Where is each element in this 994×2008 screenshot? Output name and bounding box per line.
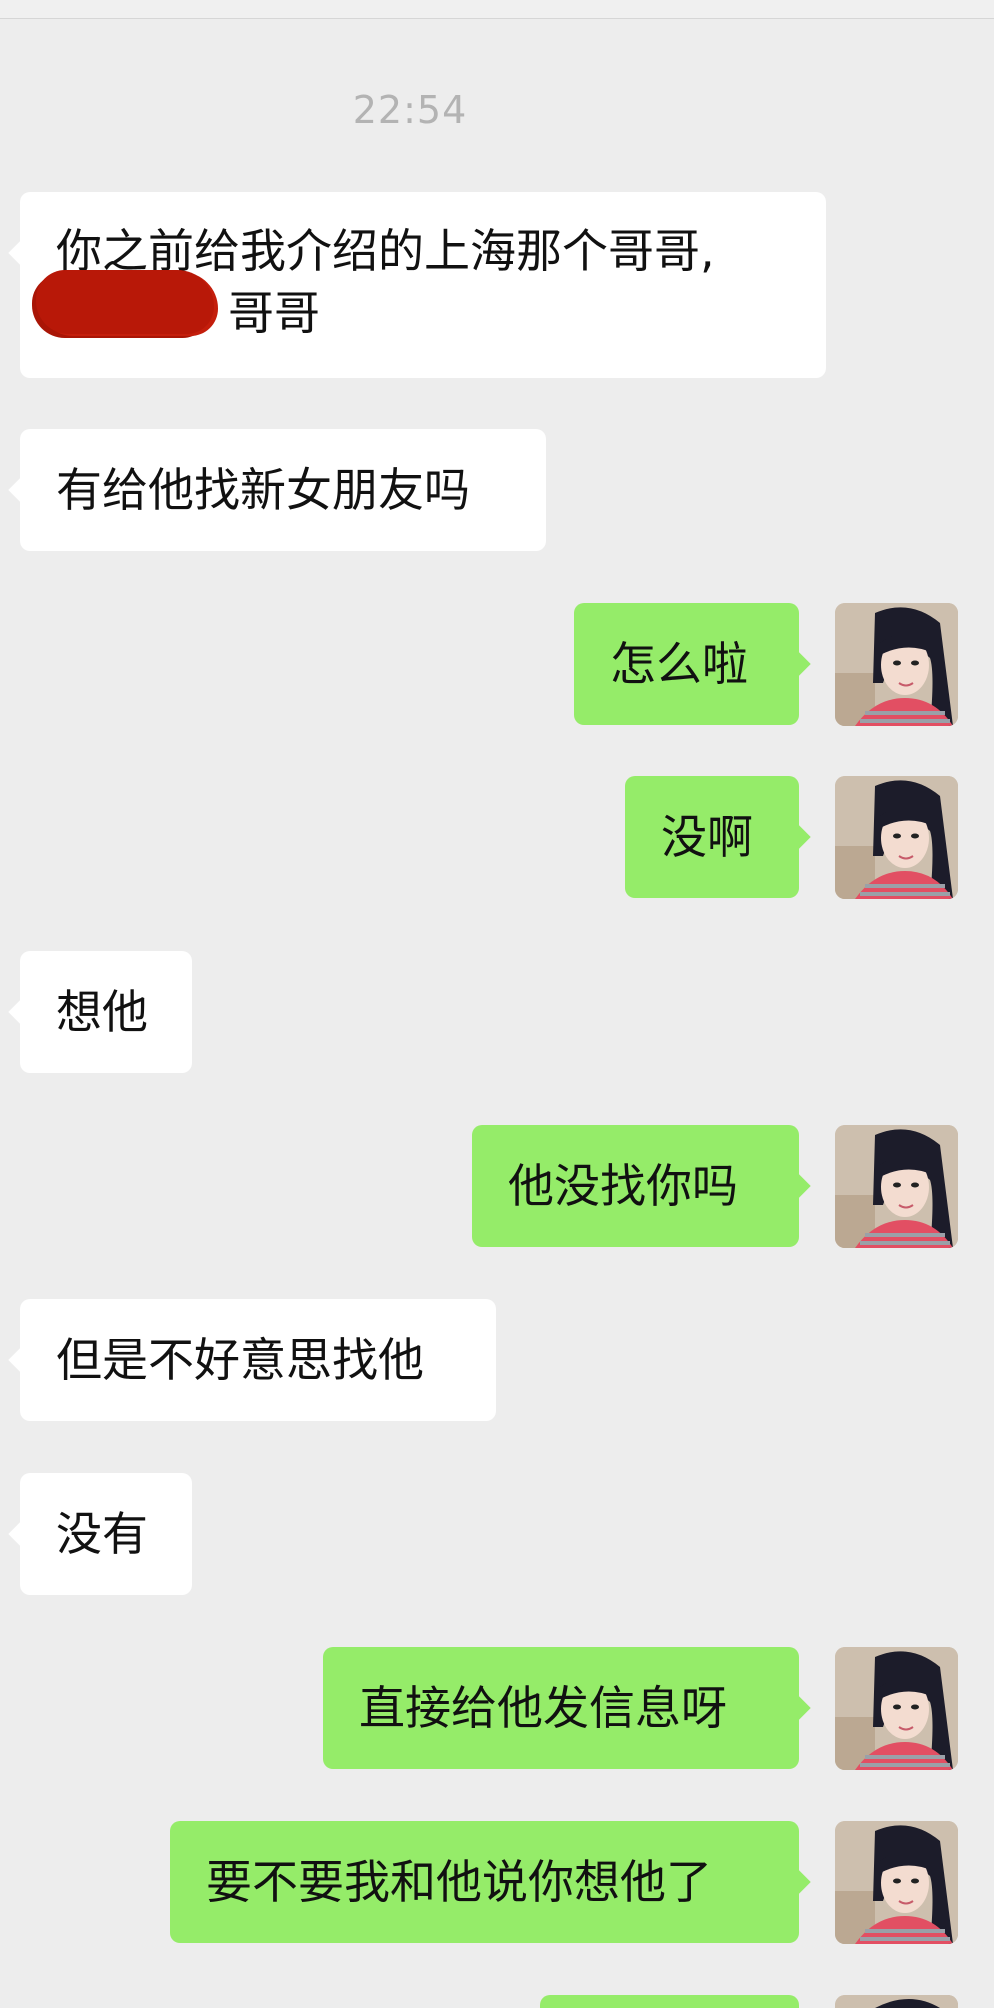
chat-screen: 22:54 你之前给我介绍的上海那个哥哥, 哥哥 有给他找新女朋友吗 怎么啦 没… xyxy=(0,0,994,2008)
incoming-message-bubble[interactable]: 但是不好意思找他 xyxy=(8,1299,496,1421)
user-avatar-icon[interactable] xyxy=(835,1995,958,2008)
bubble-tail xyxy=(8,477,34,503)
avatar-portrait-icon xyxy=(835,1647,958,1770)
avatar-portrait-icon xyxy=(835,603,958,726)
avatar-portrait-icon xyxy=(835,1995,958,2008)
avatar-portrait-icon xyxy=(835,776,958,899)
bubble-tail xyxy=(785,1173,811,1199)
outgoing-message-bubble[interactable]: 他没找你吗 xyxy=(472,1125,811,1247)
bubble-tail xyxy=(785,651,811,677)
message-text: 有给他找新女朋友吗 xyxy=(56,463,470,517)
message-timestamp: 22:54 xyxy=(352,88,468,132)
bubble-tail xyxy=(8,999,34,1025)
avatar-portrait-icon xyxy=(835,1125,958,1248)
redaction-mark xyxy=(36,270,214,334)
message-text: 怎么啦 xyxy=(610,637,748,691)
message-text: 他没找你吗 xyxy=(508,1159,738,1213)
user-avatar-icon[interactable] xyxy=(835,603,958,726)
bubble-tail xyxy=(785,824,811,850)
outgoing-message-bubble[interactable]: 直接给他发信息呀 xyxy=(323,1647,811,1769)
user-avatar-icon[interactable] xyxy=(835,1125,958,1248)
bubble-tail xyxy=(785,1695,811,1721)
message-text: 直接给他发信息呀 xyxy=(359,1681,727,1735)
bubble-tail xyxy=(785,1869,811,1895)
user-avatar-icon[interactable] xyxy=(835,1647,958,1770)
message-text: 但是不好意思找他 xyxy=(56,1333,424,1387)
outgoing-message-bubble[interactable] xyxy=(540,1995,799,2008)
message-text: 没啊 xyxy=(661,810,753,864)
incoming-message-bubble[interactable]: 有给他找新女朋友吗 xyxy=(8,429,546,551)
top-bar xyxy=(0,0,994,19)
bubble-tail xyxy=(8,1347,34,1373)
avatar-portrait-icon xyxy=(835,1821,958,1944)
message-text: 要不要我和他说你想他了 xyxy=(206,1855,712,1909)
outgoing-message-bubble[interactable]: 没啊 xyxy=(625,776,811,898)
bubble-tail xyxy=(8,1521,34,1547)
user-avatar-icon[interactable] xyxy=(835,1821,958,1944)
outgoing-message-bubble[interactable]: 怎么啦 xyxy=(574,603,811,725)
message-text: 没有 xyxy=(56,1507,148,1561)
message-text: 想他 xyxy=(56,985,148,1039)
bubble-tail xyxy=(8,240,34,266)
incoming-message-bubble[interactable]: 想他 xyxy=(8,951,192,1073)
incoming-message-bubble[interactable]: 没有 xyxy=(8,1473,192,1595)
outgoing-message-bubble[interactable]: 要不要我和他说你想他了 xyxy=(170,1821,811,1943)
user-avatar-icon[interactable] xyxy=(835,776,958,899)
